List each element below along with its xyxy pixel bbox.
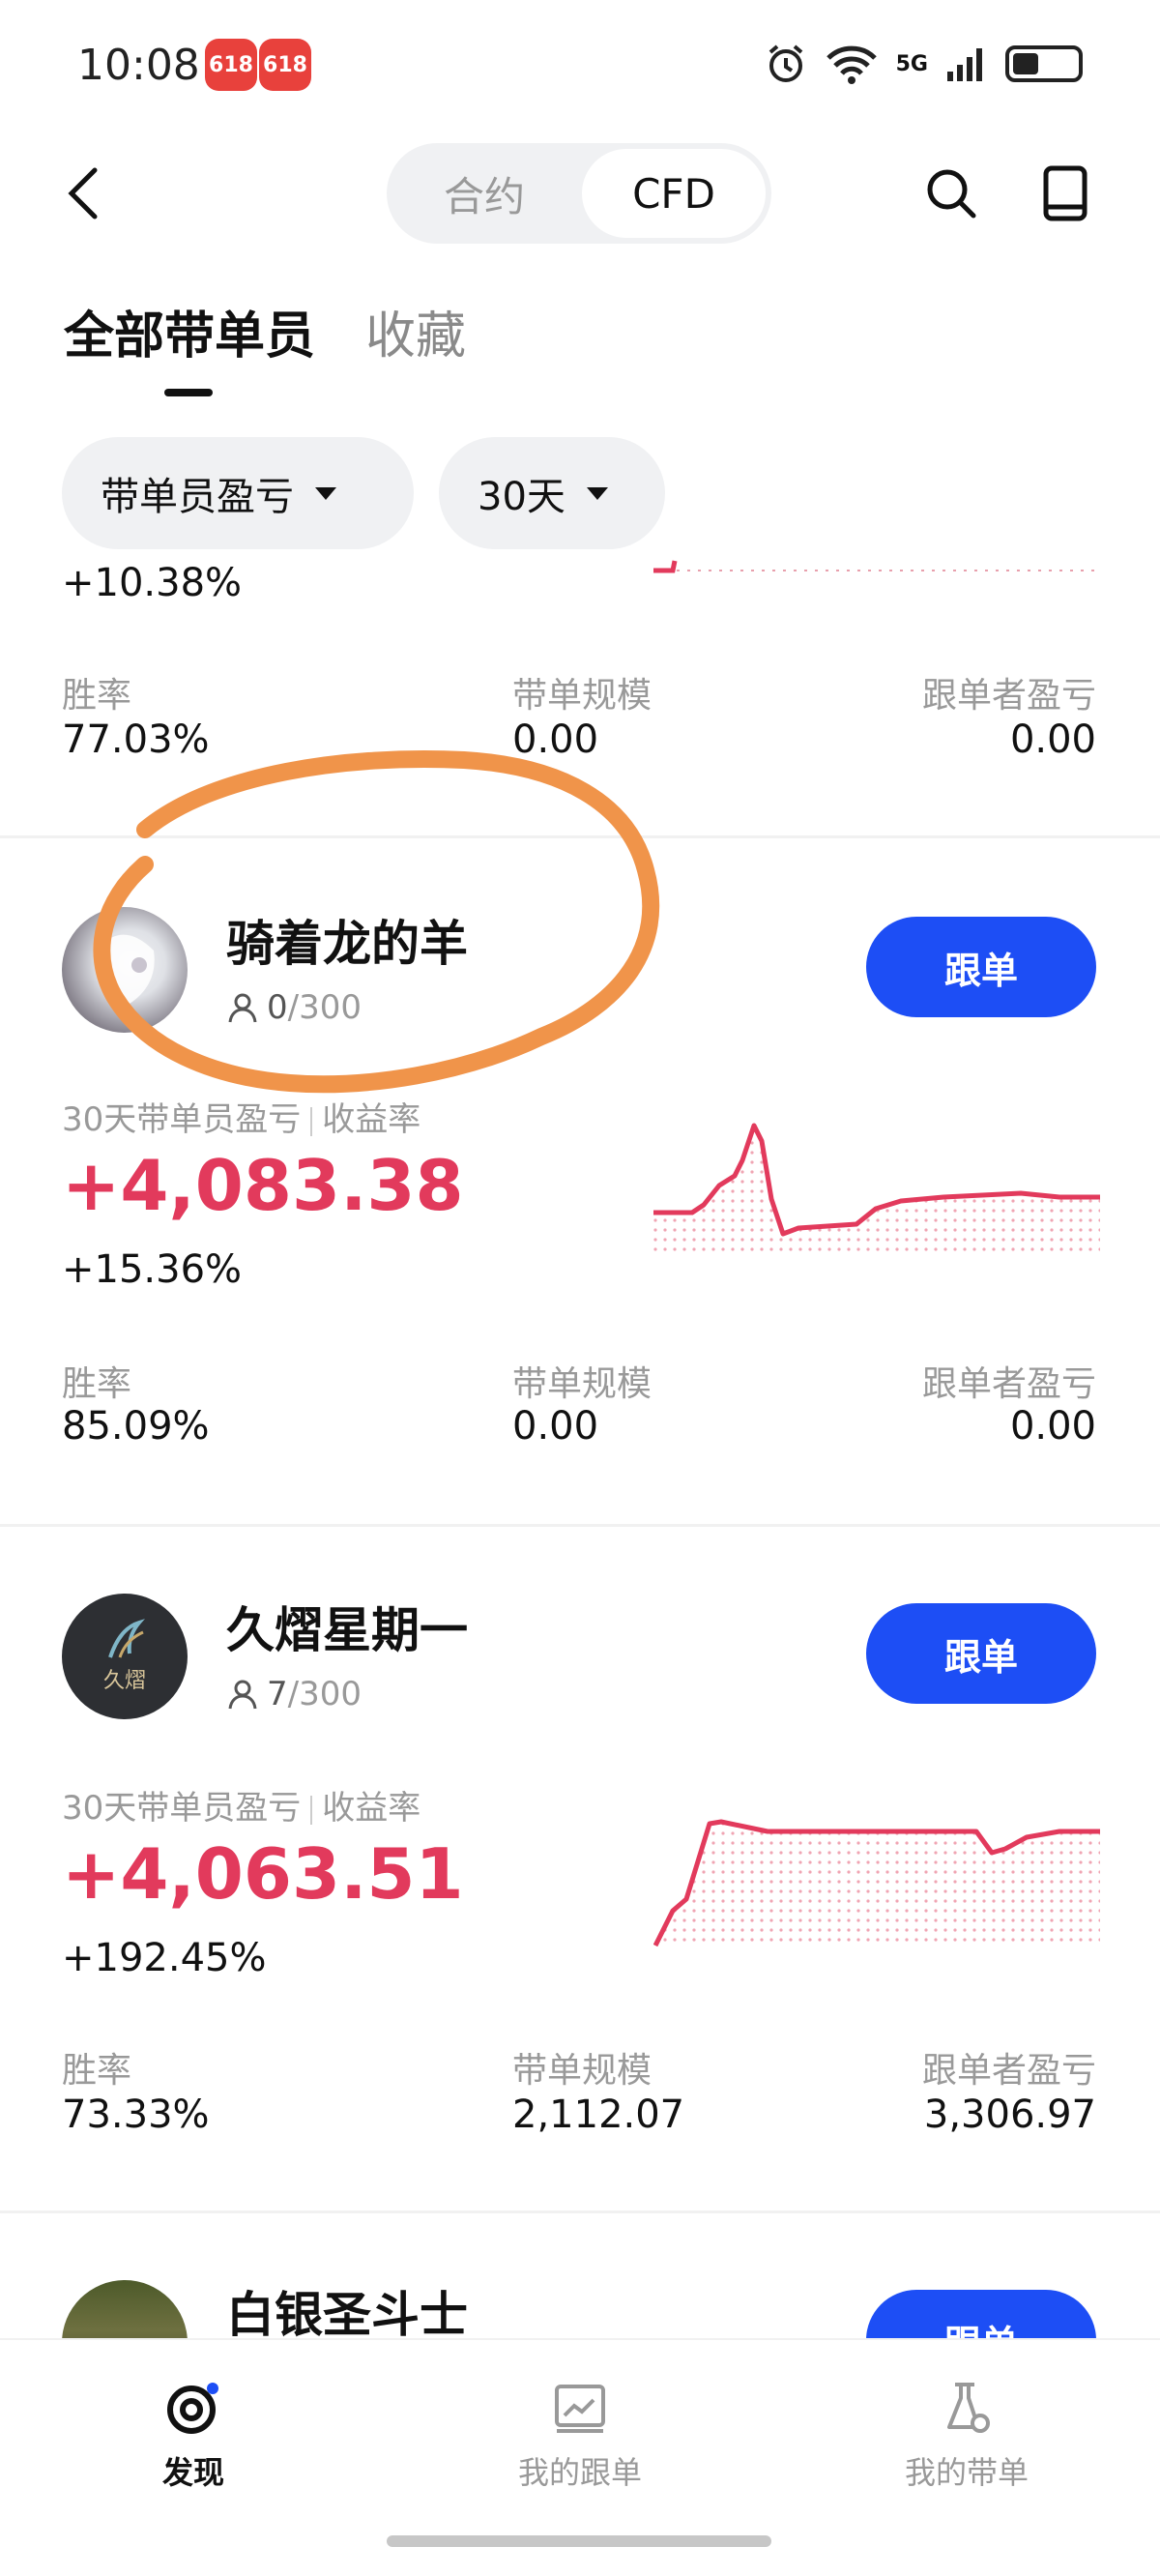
- nav-label: 我的跟单: [517, 2454, 642, 2491]
- trader-rate: +15.36%: [62, 1247, 243, 1292]
- tab-all-traders[interactable]: 全部带单员: [64, 295, 315, 367]
- pnl-label: 30天带单员盈亏 收益率: [62, 1093, 420, 1140]
- follower-pnl-value: 3,306.97: [923, 2093, 1096, 2137]
- segment-contract[interactable]: 合约: [392, 149, 576, 238]
- tab-indicator: [164, 389, 213, 396]
- sort-filter-dropdown[interactable]: 带单员盈亏: [62, 437, 414, 549]
- divider: [0, 1524, 1160, 1527]
- flask-icon: [947, 2383, 990, 2433]
- trader-chart: [653, 1819, 1100, 1947]
- pnl-title: 30天带单员盈亏: [62, 1100, 302, 1139]
- nav-my-lead-trades[interactable]: 我的带单: [851, 2379, 1083, 2493]
- follower-pnl-label: 跟单者盈亏: [921, 1364, 1096, 1404]
- period-filter-label: 30天: [478, 475, 566, 519]
- follower-pnl-value: 0.00: [1009, 717, 1096, 762]
- search-icon[interactable]: [924, 166, 978, 220]
- avatar-text: 久熠: [102, 1669, 146, 1693]
- scale-label: 带单规模: [512, 1364, 652, 1404]
- follower-max: /300: [287, 988, 362, 1027]
- follower-pnl-value: 0.00: [1009, 1404, 1096, 1449]
- win-rate-label: 胜率: [62, 2051, 132, 2091]
- follower-count: 0/300: [226, 988, 362, 1027]
- scale-value: 2,112.07: [512, 2093, 685, 2137]
- avatar[interactable]: [62, 907, 188, 1033]
- divider: [0, 2210, 1160, 2213]
- home-indicator[interactable]: [387, 2535, 771, 2547]
- pnl-title: 30天带单员盈亏: [62, 1789, 302, 1828]
- market-segment-control: 合约 CFD: [387, 143, 771, 244]
- top-bar: 合约 CFD: [0, 135, 1160, 251]
- network-label: 5G: [895, 51, 928, 76]
- app-badge-icon: 618: [259, 39, 311, 91]
- status-bar: 10:08 618 618 5G: [0, 0, 1160, 135]
- chevron-down-icon: [586, 486, 608, 500]
- follower-current: 7: [267, 1675, 288, 1713]
- follower-current: 0: [267, 988, 288, 1027]
- back-icon[interactable]: [64, 164, 102, 222]
- trader-chart: [653, 1123, 1100, 1257]
- period-filter-dropdown[interactable]: 30天: [439, 437, 665, 549]
- scale-label: 带单规模: [512, 676, 652, 716]
- follower-pnl-label: 跟单者盈亏: [921, 2051, 1096, 2091]
- discover-icon: [167, 2383, 218, 2434]
- follower-count: 7/300: [226, 1675, 362, 1713]
- guide-book-icon[interactable]: [1042, 164, 1088, 222]
- yield-title: 收益率: [322, 1100, 421, 1139]
- win-rate-value: 73.33%: [62, 2093, 210, 2137]
- sort-filter-label: 带单员盈亏: [101, 475, 294, 519]
- trader-rate: +10.38%: [62, 561, 243, 605]
- status-time: 10:08: [77, 41, 200, 90]
- signal-icon: [947, 48, 982, 81]
- battery-icon: [1005, 45, 1083, 82]
- separator: [310, 1106, 313, 1136]
- alarm-icon: [768, 44, 802, 82]
- scale-label: 带单规模: [512, 2051, 652, 2091]
- pnl-label: 30天带单员盈亏 收益率: [62, 1781, 420, 1829]
- user-icon: [228, 993, 257, 1023]
- divider: [0, 835, 1160, 838]
- trader-name[interactable]: 骑着龙的羊: [226, 905, 468, 975]
- yield-title: 收益率: [322, 1789, 421, 1828]
- separator: [310, 1795, 313, 1825]
- avatar[interactable]: 久熠: [62, 1594, 188, 1719]
- win-rate-value: 85.09%: [62, 1404, 210, 1449]
- follow-button[interactable]: 跟单: [866, 1603, 1096, 1704]
- trader-pnl: +4,083.38: [62, 1145, 464, 1226]
- trader-rate: +192.45%: [62, 1936, 267, 1980]
- wifi-icon: [826, 45, 877, 84]
- scale-value: 0.00: [512, 1404, 599, 1449]
- trader-name[interactable]: 白银圣斗士: [226, 2276, 468, 2346]
- follower-max: /300: [287, 1675, 362, 1713]
- trader-pnl: +4,063.51: [62, 1833, 464, 1915]
- win-rate-value: 77.03%: [62, 717, 210, 762]
- follower-pnl-label: 跟单者盈亏: [921, 676, 1096, 716]
- trader-chart: [653, 560, 1100, 573]
- trader-name[interactable]: 久熠星期一: [226, 1592, 468, 1661]
- chevron-down-icon: [315, 486, 336, 500]
- segment-cfd[interactable]: CFD: [582, 149, 766, 238]
- follow-button[interactable]: 跟单: [866, 917, 1096, 1017]
- nav-label: 我的带单: [904, 2454, 1029, 2491]
- chart-icon: [555, 2385, 605, 2433]
- logo-icon: [108, 1619, 145, 1658]
- win-rate-label: 胜率: [62, 676, 132, 716]
- scale-value: 0.00: [512, 717, 599, 762]
- tab-favorites[interactable]: 收藏: [365, 295, 466, 367]
- nav-my-copy-trades[interactable]: 我的跟单: [464, 2379, 696, 2493]
- app-badge-icon: 618: [205, 39, 257, 91]
- nav-discover[interactable]: 发现: [77, 2379, 309, 2493]
- nav-label: 发现: [161, 2454, 224, 2491]
- user-icon: [228, 1680, 257, 1710]
- win-rate-label: 胜率: [62, 1364, 132, 1404]
